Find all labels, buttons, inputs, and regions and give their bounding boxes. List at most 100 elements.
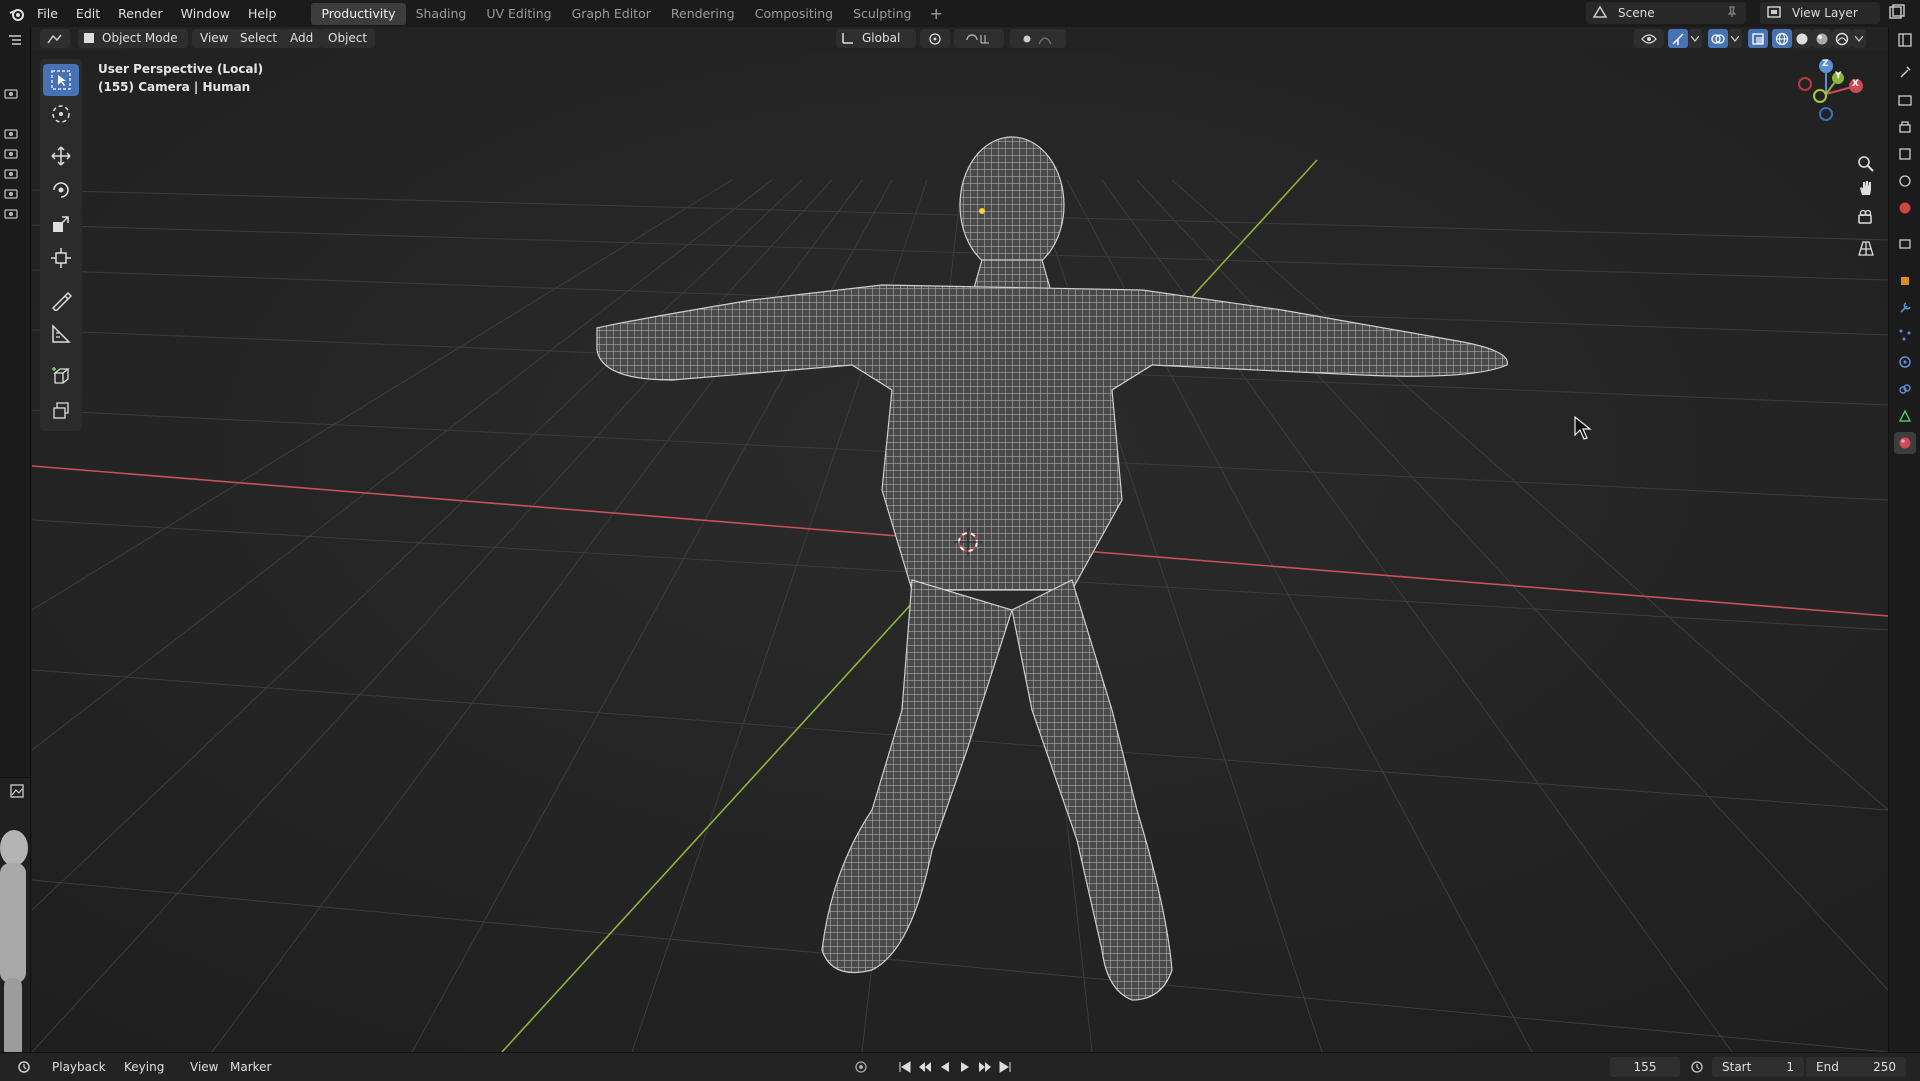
gizmo-toggle-icon[interactable]: [1668, 29, 1688, 48]
menu-file[interactable]: File: [28, 3, 67, 25]
scene-properties-icon[interactable]: [1894, 170, 1916, 192]
properties-editor-icon[interactable]: [1894, 29, 1916, 51]
rotate-tool[interactable]: [43, 174, 79, 206]
gizmo-z-label: Z: [1822, 59, 1829, 69]
material-preview-icon[interactable]: [1812, 29, 1832, 48]
menu-edit[interactable]: Edit: [67, 3, 109, 25]
perspective-toggle-icon[interactable]: [1851, 234, 1881, 262]
gizmo-neg-x-icon: [1798, 77, 1812, 91]
jump-keyframe-forward-icon[interactable]: [976, 1058, 994, 1076]
view-layer-name: View Layer: [1792, 6, 1858, 20]
current-frame-field[interactable]: 155: [1610, 1057, 1680, 1077]
image-preview-panel[interactable]: [0, 777, 30, 1053]
view-layer-properties-icon[interactable]: [1894, 143, 1916, 165]
viewport-canvas: [32, 50, 1888, 1052]
new-view-layer-icon[interactable]: [1888, 4, 1906, 23]
viewport-info: User Perspective (Local) (155) Camera | …: [98, 60, 263, 96]
proportional-editing-icon[interactable]: [1010, 29, 1066, 48]
camera-icon[interactable]: [0, 182, 22, 204]
tool-settings-icon[interactable]: [1894, 61, 1916, 83]
add-cube-tool[interactable]: [43, 360, 79, 392]
tab-rendering[interactable]: Rendering: [661, 3, 745, 25]
tab-compositing[interactable]: Compositing: [745, 3, 843, 25]
camera-icon[interactable]: [0, 82, 22, 104]
world-properties-icon[interactable]: [1894, 197, 1916, 219]
render-properties-icon[interactable]: [1894, 89, 1916, 111]
blender-logo-icon[interactable]: [6, 3, 28, 25]
material-properties-icon[interactable]: [1894, 432, 1916, 454]
auto-keying-icon[interactable]: [852, 1058, 870, 1076]
jump-keyframe-back-icon[interactable]: [916, 1058, 934, 1076]
scale-tool[interactable]: [43, 208, 79, 240]
tab-uv-editing[interactable]: UV Editing: [476, 3, 561, 25]
marker-menu[interactable]: Marker: [224, 1058, 277, 1077]
measure-tool[interactable]: [43, 318, 79, 350]
tab-sculpting[interactable]: Sculpting: [843, 3, 921, 25]
jump-end-icon[interactable]: [996, 1058, 1014, 1076]
menu-help[interactable]: Help: [239, 3, 286, 25]
image-editor-icon[interactable]: [6, 780, 28, 802]
select-box-tool[interactable]: [43, 64, 79, 96]
cursor-tool[interactable]: [43, 98, 79, 130]
wireframe-shading-icon[interactable]: [1772, 29, 1792, 48]
data-properties-icon[interactable]: [1894, 405, 1916, 427]
tab-graph-editor[interactable]: Graph Editor: [562, 3, 661, 25]
move-tool[interactable]: [43, 140, 79, 172]
preview-range-icon[interactable]: [1688, 1058, 1706, 1076]
view-menu[interactable]: View: [192, 29, 237, 48]
overlays-dropdown-icon[interactable]: [1728, 29, 1742, 48]
physics-properties-icon[interactable]: [1894, 351, 1916, 373]
constraint-properties-icon[interactable]: [1894, 378, 1916, 400]
object-info-label: (155) Camera | Human: [98, 80, 251, 94]
playback-menu[interactable]: Playback: [46, 1058, 112, 1077]
editor-type-icon[interactable]: [40, 29, 70, 48]
camera-icon[interactable]: [0, 122, 22, 144]
visibility-icon[interactable]: [1634, 29, 1664, 48]
timeline-view-menu[interactable]: View: [184, 1058, 224, 1077]
scene-selector[interactable]: Scene: [1586, 2, 1746, 24]
camera-icon[interactable]: [0, 142, 22, 164]
collection-properties-icon[interactable]: [1894, 233, 1916, 255]
tab-shading[interactable]: Shading: [406, 3, 477, 25]
start-frame-field[interactable]: Start 1: [1712, 1057, 1804, 1077]
select-menu[interactable]: Select: [232, 29, 286, 48]
camera-view-icon[interactable]: [1851, 204, 1881, 232]
rendered-shading-icon[interactable]: [1832, 29, 1852, 48]
outliner-editor-icon[interactable]: [4, 30, 26, 52]
end-frame-field[interactable]: End 250: [1806, 1057, 1906, 1077]
add-workspace-button[interactable]: +: [921, 4, 950, 23]
camera-icon[interactable]: [0, 162, 22, 184]
jump-start-icon[interactable]: [896, 1058, 914, 1076]
particle-properties-icon[interactable]: [1894, 324, 1916, 346]
view-layer-selector[interactable]: View Layer: [1760, 2, 1880, 24]
menu-render[interactable]: Render: [109, 3, 172, 25]
keying-menu[interactable]: Keying: [118, 1058, 170, 1077]
navigation-gizmo[interactable]: Z X Y: [1786, 56, 1866, 136]
pin-icon[interactable]: [1726, 5, 1738, 21]
add-menu[interactable]: Add: [282, 29, 322, 48]
3d-viewport[interactable]: Z X Y: [32, 50, 1888, 1052]
gizmo-dropdown-icon[interactable]: [1688, 29, 1702, 48]
tab-productivity[interactable]: Productivity: [311, 2, 406, 25]
xray-toggle-icon[interactable]: [1748, 29, 1768, 48]
annotate-tool[interactable]: [43, 284, 79, 316]
overlays-icon[interactable]: [1708, 29, 1728, 48]
object-origin-icon: [979, 208, 985, 214]
snap-icon[interactable]: [954, 29, 1004, 48]
extrude-tool[interactable]: [43, 394, 79, 426]
solid-shading-icon[interactable]: [1792, 29, 1812, 48]
menu-window[interactable]: Window: [172, 3, 239, 25]
play-reverse-icon[interactable]: [936, 1058, 954, 1076]
camera-icon[interactable]: [0, 202, 22, 224]
output-properties-icon[interactable]: [1894, 116, 1916, 138]
pivot-point-icon[interactable]: [920, 29, 950, 48]
workspace-tabs: Productivity Shading UV Editing Graph Ed…: [311, 0, 950, 27]
transform-tool[interactable]: [43, 242, 79, 274]
timeline-editor-icon[interactable]: [12, 1058, 38, 1076]
object-properties-icon[interactable]: [1894, 270, 1916, 292]
modifier-properties-icon[interactable]: [1894, 297, 1916, 319]
shading-dropdown-icon[interactable]: [1852, 29, 1866, 48]
object-menu[interactable]: Object: [320, 29, 376, 48]
pan-hand-icon[interactable]: [1851, 174, 1881, 202]
play-icon[interactable]: [956, 1058, 974, 1076]
